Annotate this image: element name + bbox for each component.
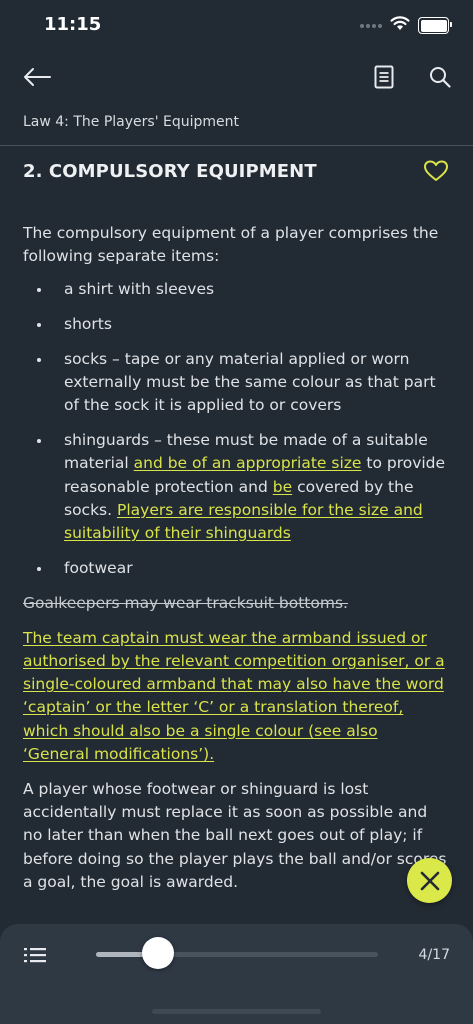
section-title: 2. COMPULSORY EQUIPMENT bbox=[23, 161, 317, 182]
favorite-button[interactable] bbox=[423, 159, 449, 183]
lost-equipment-text: A player whose footwear or shinguard is … bbox=[23, 780, 447, 891]
close-icon bbox=[420, 871, 439, 890]
list-item-shorts: shorts bbox=[23, 313, 447, 336]
list-item-shinguards: shinguards – these must be made of a sui… bbox=[23, 429, 447, 545]
page-slider-thumb[interactable] bbox=[142, 937, 175, 969]
shinguards-highlight-1[interactable]: and be of an appropriate size bbox=[134, 454, 362, 472]
intro-text: The compulsory equipment of a player com… bbox=[23, 224, 439, 266]
status-time: 11:15 bbox=[44, 14, 102, 35]
divider bbox=[0, 145, 473, 146]
list-icon bbox=[24, 948, 46, 963]
law-content: The compulsory equipment of a player com… bbox=[23, 222, 447, 894]
heart-icon bbox=[424, 160, 448, 181]
home-indicator bbox=[152, 1009, 321, 1014]
document-icon bbox=[374, 65, 394, 89]
equipment-list: a shirt with sleeves shorts socks – tape… bbox=[23, 278, 447, 580]
bottom-bar: 4/17 bbox=[0, 924, 473, 1024]
toolbar bbox=[0, 52, 473, 102]
breadcrumb[interactable]: Law 4: The Players' Equipment bbox=[23, 114, 239, 130]
list-item-socks: socks – tape or any material applied or … bbox=[23, 348, 447, 418]
close-button[interactable] bbox=[407, 858, 452, 903]
search-button[interactable] bbox=[423, 62, 457, 92]
page-counter: 4/17 bbox=[418, 947, 450, 963]
document-button[interactable] bbox=[367, 62, 401, 92]
shinguards-highlight-3[interactable]: Players are responsible for the size and… bbox=[64, 501, 423, 542]
list-item-footwear: footwear bbox=[23, 557, 447, 580]
wifi-icon bbox=[390, 16, 410, 35]
shinguards-highlight-2[interactable]: be bbox=[273, 478, 292, 496]
list-item-shirt: a shirt with sleeves bbox=[23, 278, 447, 301]
back-arrow-icon bbox=[24, 68, 51, 86]
table-of-contents-button[interactable] bbox=[20, 943, 50, 967]
search-icon bbox=[430, 67, 451, 88]
signal-icon bbox=[360, 23, 382, 28]
status-bar: 11:15 bbox=[0, 0, 473, 52]
back-button[interactable] bbox=[20, 62, 54, 92]
battery-icon bbox=[418, 17, 452, 34]
captain-armband-text[interactable]: The team captain must wear the armband i… bbox=[23, 627, 447, 766]
struck-text: Goalkeepers may wear tracksuit bottoms. bbox=[23, 593, 348, 612]
status-icons bbox=[360, 16, 452, 35]
page-slider-track[interactable] bbox=[96, 952, 378, 957]
